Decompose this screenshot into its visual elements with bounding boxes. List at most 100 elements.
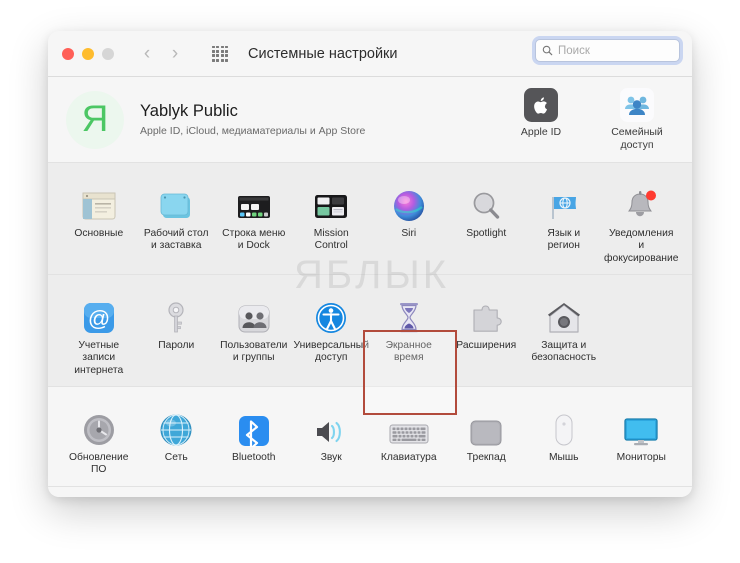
internet-accounts-at-icon: @ xyxy=(82,293,116,335)
spotlight-magnifier-icon xyxy=(469,181,503,223)
keyboard-icon xyxy=(389,405,429,447)
mouse-icon xyxy=(553,405,575,447)
pref-label: Универсальный доступ xyxy=(293,340,369,364)
pref-software-update[interactable]: Обновление ПО xyxy=(60,398,138,477)
account-tiles: Apple ID Семейный доступ xyxy=(504,88,674,151)
navigation-buttons: ‹ › xyxy=(136,44,186,63)
pref-dock-menubar[interactable]: Строка меню и Dock xyxy=(215,174,293,265)
page-title: Системные настройки xyxy=(248,45,398,62)
pref-screen-time[interactable]: Экранное время xyxy=(370,286,448,377)
pref-displays[interactable]: Мониторы xyxy=(603,398,681,477)
search-input[interactable] xyxy=(558,44,673,57)
pref-spotlight[interactable]: Spotlight xyxy=(448,174,526,265)
extensions-puzzle-icon xyxy=(469,293,503,335)
pref-label: Семейный доступ xyxy=(611,126,663,151)
users-groups-icon xyxy=(237,293,271,335)
network-globe-icon xyxy=(159,405,193,447)
pref-label: Клавиатура xyxy=(380,452,437,464)
pref-general[interactable]: Основные xyxy=(60,174,138,265)
prefs-section-personal: Основные Рабочий стол и заставка Строка … xyxy=(48,163,692,276)
minimize-button[interactable] xyxy=(82,47,94,60)
pref-label: Рабочий стол и заставка xyxy=(143,228,209,252)
displays-monitor-icon xyxy=(623,405,659,447)
pref-accessibility[interactable]: Универсальный доступ xyxy=(293,286,371,377)
pref-label: Spotlight xyxy=(466,228,507,239)
prefs-section-accounts: @ Учетные записи интернета Пароли Пользо… xyxy=(48,275,692,388)
window-titlebar: ‹ › Системные настройки xyxy=(48,31,692,77)
account-name: Yablyk Public xyxy=(140,102,238,120)
pref-label: Язык и регион xyxy=(547,228,581,252)
pref-extensions[interactable]: Расширения xyxy=(448,286,526,377)
bluetooth-icon xyxy=(238,405,270,448)
language-region-flag-icon xyxy=(546,181,582,223)
close-button[interactable] xyxy=(62,47,74,60)
zoom-button[interactable] xyxy=(102,47,114,60)
avatar[interactable]: Я xyxy=(66,90,124,149)
apple-id-account-row[interactable]: Я Yablyk Public Apple ID, iCloud, медиам… xyxy=(48,77,692,163)
account-text: Yablyk Public Apple ID, iCloud, медиамат… xyxy=(140,102,365,137)
apple-logo-icon xyxy=(524,88,558,123)
pref-label: Звук xyxy=(320,452,342,464)
pref-label: Трекпад xyxy=(466,452,506,464)
pref-label: Мышь xyxy=(548,452,579,464)
pref-label: Уведомления и фокусирование xyxy=(604,228,679,264)
pref-internet-accounts[interactable]: @ Учетные записи интернета xyxy=(60,286,138,377)
software-update-gear-icon xyxy=(82,405,116,447)
general-window-icon xyxy=(80,181,118,223)
pref-label: Обновление ПО xyxy=(69,452,129,476)
desktop-screensaver-icon xyxy=(157,181,195,223)
pref-sound[interactable]: Звук xyxy=(293,398,371,477)
pref-security-privacy[interactable]: Защита и безопасность xyxy=(525,286,603,377)
menubar-dock-icon xyxy=(235,181,273,223)
passwords-key-icon xyxy=(161,293,191,335)
trackpad-icon xyxy=(469,405,503,447)
accessibility-icon xyxy=(314,293,348,335)
pref-keyboard[interactable]: Клавиатура xyxy=(370,398,448,477)
forward-button[interactable]: › xyxy=(164,44,186,63)
family-sharing-icon xyxy=(620,88,654,123)
pref-label: Пароли xyxy=(158,340,195,352)
pref-label: Apple ID xyxy=(520,126,562,139)
svg-text:@: @ xyxy=(88,306,110,331)
avatar-letter: Я xyxy=(81,98,109,139)
search-icon xyxy=(542,45,553,56)
pref-label: Bluetooth xyxy=(231,452,276,464)
pref-label: Основные xyxy=(74,228,124,239)
pref-users-groups[interactable]: Пользователи и группы xyxy=(215,286,293,377)
pref-passwords[interactable]: Пароли xyxy=(138,286,216,377)
prefs-section-hardware: Обновление ПО Сеть Bluetooth Звук Клавиа… xyxy=(48,387,692,487)
traffic-lights xyxy=(62,47,114,60)
pref-spacer xyxy=(603,286,681,377)
security-privacy-house-icon xyxy=(547,293,581,335)
pref-label: Учетные записи интернета xyxy=(74,340,124,376)
pref-label: Mission Control xyxy=(313,228,349,252)
pref-mission-control[interactable]: Mission Control xyxy=(293,174,371,265)
pref-family-sharing[interactable]: Семейный доступ xyxy=(600,88,674,151)
sound-speaker-icon xyxy=(313,405,349,447)
pref-network[interactable]: Сеть xyxy=(138,398,216,477)
pref-mouse[interactable]: Мышь xyxy=(525,398,603,477)
pref-label: Расширения xyxy=(456,340,517,352)
pref-bluetooth[interactable]: Bluetooth xyxy=(215,398,293,477)
pref-desktop-screensaver[interactable]: Рабочий стол и заставка xyxy=(138,174,216,265)
search-field[interactable] xyxy=(535,39,680,62)
pref-notifications-focus[interactable]: Уведомления и фокусирование xyxy=(603,174,681,265)
system-preferences-window: ‹ › Системные настройки Я Yablyk Public … xyxy=(48,31,692,497)
grid-view-icon[interactable] xyxy=(212,45,228,62)
pref-label: Экранное время xyxy=(385,340,432,364)
pref-trackpad[interactable]: Трекпад xyxy=(448,398,526,477)
pref-language-region[interactable]: Язык и регион xyxy=(525,174,603,265)
pref-label: Siri xyxy=(401,228,417,239)
back-button[interactable]: ‹ xyxy=(136,44,158,63)
siri-orb-icon xyxy=(392,181,426,223)
screen-time-hourglass-icon xyxy=(394,293,424,335)
mission-control-icon xyxy=(312,181,350,223)
pref-label: Мониторы xyxy=(616,452,666,464)
pref-siri[interactable]: Siri xyxy=(370,174,448,265)
pref-label: Сеть xyxy=(164,452,188,464)
pref-label: Пользователи и группы xyxy=(220,340,288,364)
pref-label: Строка меню и Dock xyxy=(222,228,286,252)
pref-apple-id[interactable]: Apple ID xyxy=(504,88,578,150)
pref-label: Защита и безопасность xyxy=(531,340,597,364)
prefs-section-system: Принтеры и сканеры Экономия энергии xyxy=(48,486,692,497)
